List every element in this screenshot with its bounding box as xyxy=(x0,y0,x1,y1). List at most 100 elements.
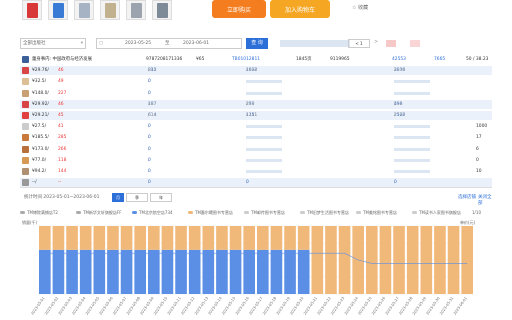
legend-item[interactable]: TM墨尔曦图书专营店 xyxy=(188,208,233,218)
bar-TM墨尔曦图书专营店 xyxy=(39,226,51,250)
price-change: 285 xyxy=(58,135,67,141)
placeholder-bar xyxy=(394,170,430,173)
bar-TM墨尔曦图书专营店 xyxy=(447,226,460,294)
price: ¥185.5/ xyxy=(32,135,49,141)
book-cover-image xyxy=(79,3,90,18)
placeholder-bar xyxy=(246,80,282,84)
query-button[interactable]: 查 询 xyxy=(246,38,268,49)
product-thumbnail[interactable] xyxy=(152,0,172,20)
legend-item[interactable]: TM旧梦生活图书专营店 xyxy=(300,208,349,218)
legend-swatch xyxy=(76,211,81,214)
product-thumbnail[interactable] xyxy=(126,0,146,20)
legend-pager[interactable]: 1/10 xyxy=(472,208,481,218)
price-change: 46 xyxy=(58,101,64,107)
bar-TM墨尔曦图书专营店 xyxy=(93,226,106,250)
table-row[interactable]: ¥173.0/266 0/6 xyxy=(20,145,492,154)
price: ¥32.5/ xyxy=(32,79,47,85)
bar-TM墨尔曦图书专营店 xyxy=(393,226,405,294)
bar-TM墨尔曦图书专营店 xyxy=(366,226,378,294)
bar-TM墨尔曦图书专营店 xyxy=(107,226,119,250)
legend-item[interactable]: TM新华文轩旗舰店FF xyxy=(76,208,122,218)
stats-range-label: 统计时间 2023-05-01~2023-06-01 xyxy=(24,195,100,200)
y-axis-label-left: 销量(千) xyxy=(22,220,38,225)
legend-item[interactable]: TM读书人家图书旗舰店 xyxy=(412,208,461,218)
placeholder-bar xyxy=(394,158,430,162)
x-tick-label: 2023-06-01 xyxy=(453,296,468,315)
table-row[interactable]: ¥29.76/46 812/845 1632/1808 2836/3358 xyxy=(20,66,492,76)
book-code[interactable]: TB01012811 xyxy=(232,55,260,64)
rating: 50 / 38.23 xyxy=(466,57,489,62)
bar-TM墨尔曦图书专营店 xyxy=(434,226,446,294)
bar-TM墨尔曦图书专营店 xyxy=(270,226,283,250)
bar-TM墨尔曦图书专营店 xyxy=(311,226,324,294)
table-row[interactable]: 蕾身事内: 中国政府与经济发展 9787208171336 ¥65 TB0101281… xyxy=(20,55,492,64)
tab-year[interactable]: 年 xyxy=(150,193,172,202)
book-cover-image xyxy=(27,3,38,18)
bar-TM北京航空店734 xyxy=(284,249,296,294)
shop-icon xyxy=(22,179,29,187)
product-thumbnail[interactable] xyxy=(100,0,120,20)
table-row[interactable]: ¥77.0/118 0/0 xyxy=(20,156,492,165)
bar-TM北京航空店734 xyxy=(148,249,160,294)
favorite-button[interactable]: ☆ 收藏 xyxy=(352,4,368,11)
price: ¥27.5/ xyxy=(32,124,47,130)
bar-TM北京航空店734 xyxy=(66,249,78,294)
product-thumbnail[interactable] xyxy=(48,0,68,20)
pager-next[interactable]: > xyxy=(374,39,378,45)
divider xyxy=(20,187,492,188)
product-thumbnail[interactable] xyxy=(74,0,94,20)
placeholder-bar xyxy=(246,136,282,140)
legend-item[interactable]: TM博院满铺店T2 xyxy=(20,208,58,218)
shop-icon xyxy=(22,100,29,108)
legend-item[interactable]: TM美铭图书专营店 xyxy=(356,208,397,218)
price-change: 46 xyxy=(58,68,64,74)
stock-count: 10 xyxy=(476,169,482,174)
legend-swatch xyxy=(244,211,249,214)
product-thumbnail[interactable] xyxy=(22,0,42,20)
table-row[interactable]: ¥27.5/41 0/1000 xyxy=(20,122,492,131)
placeholder-bar xyxy=(394,125,430,129)
table-row[interactable]: ¥32.5/49 0/ xyxy=(20,77,492,86)
list-price: ¥65 xyxy=(196,57,205,62)
add-to-cart-button[interactable]: 加入购物车 xyxy=(270,0,330,18)
price-change: 266 xyxy=(58,146,67,152)
date-separator: 至 xyxy=(165,41,170,46)
page-indicator[interactable]: < 1 xyxy=(348,39,370,48)
price-change: 144 xyxy=(58,169,67,174)
tab-month[interactable]: 月 xyxy=(112,193,124,202)
bar-TM墨尔曦图书专营店 xyxy=(243,226,255,250)
table-row[interactable]: ¥29.92/46 187/187 270/268 498/536 xyxy=(20,99,492,109)
placeholder-bar xyxy=(394,136,430,140)
close-all-link[interactable]: 关闭全部 xyxy=(478,194,492,206)
legend-item[interactable]: TM邮传图书专营店 xyxy=(244,208,285,218)
price-change: 49 xyxy=(58,79,64,85)
stock-count: 1000 xyxy=(476,124,488,130)
price: ¥77.0/ xyxy=(32,157,47,163)
bar-TM墨尔曦图书专营店 xyxy=(325,226,337,294)
legend-swatch xyxy=(356,211,361,214)
total-sales: 42553 xyxy=(392,57,406,62)
bar-TM墨尔曦图书专营店 xyxy=(188,226,201,250)
legend-swatch xyxy=(300,211,305,214)
bar-TM墨尔曦图书专营店 xyxy=(229,226,242,250)
stock-count: 17 xyxy=(476,135,482,141)
bar-TM北京航空店734 xyxy=(297,249,310,294)
table-row[interactable]: ¥185.5/285 0/17 xyxy=(20,133,492,142)
buy-now-button[interactable]: 立即购买 xyxy=(212,0,266,18)
bar-TM墨尔曦图书专营店 xyxy=(134,226,146,250)
date-range-picker[interactable]: ▢ 2023-05-25 至 2023-06-01 xyxy=(96,38,242,49)
shop-icon xyxy=(22,56,29,63)
chart-legend: TM博院满铺店T2 TM新华文轩旗舰店FF TM北京航空店734 TM墨尔曦图书专营店… xyxy=(20,208,492,218)
sales-rank: 9119965 xyxy=(330,57,350,62)
shop-icon xyxy=(22,145,29,153)
tab-quarter[interactable]: 季 xyxy=(126,193,148,202)
legend-swatch xyxy=(412,211,417,214)
shop-icon xyxy=(22,156,29,164)
select-shop-link[interactable]: 选择店铺 xyxy=(458,194,476,200)
legend-item[interactable]: TM北京航空店734 xyxy=(132,208,173,218)
table-row[interactable]: ¥29.21/45 614/614 1151/1241 2522/2706 xyxy=(20,111,492,120)
table-row[interactable]: ¥148.0/227 0/ xyxy=(20,89,492,98)
publisher-select[interactable]: 全部出版社 ▾ xyxy=(20,38,86,49)
table-row[interactable]: --/-- 0/0/0/ xyxy=(20,178,492,188)
table-row[interactable]: ¥94.2/144 0/10 xyxy=(20,167,492,176)
